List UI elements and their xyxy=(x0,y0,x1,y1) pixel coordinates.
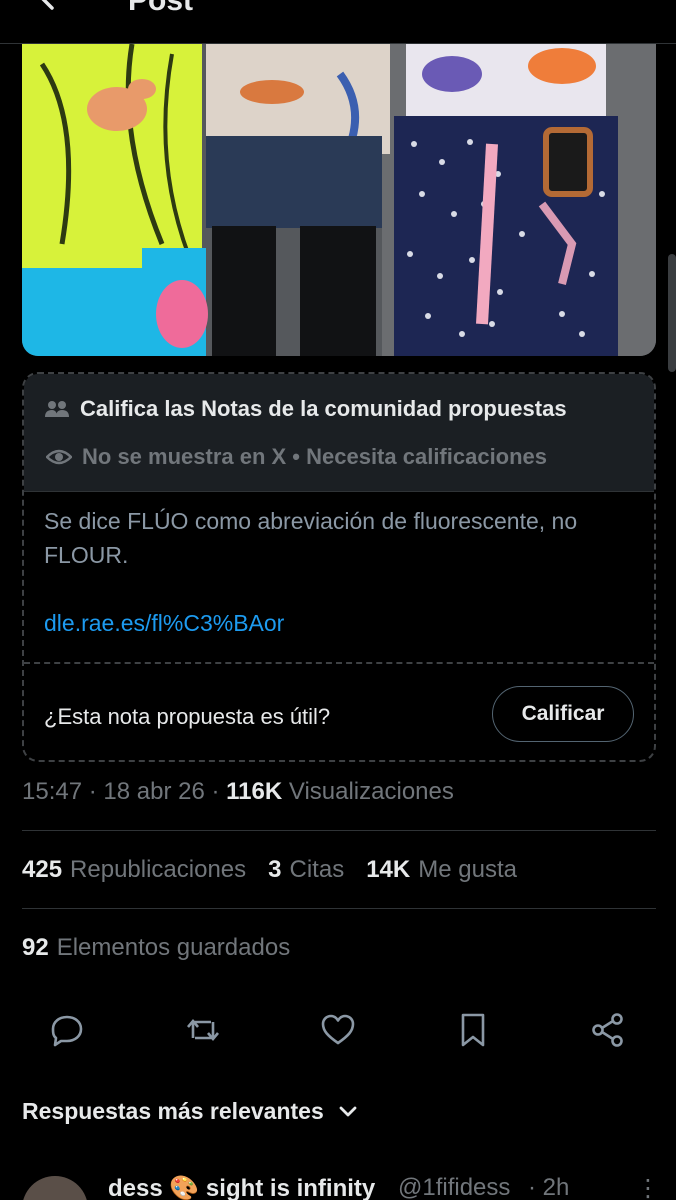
note-helpful-question: ¿Esta nota propuesta es útil? xyxy=(44,704,331,729)
divider xyxy=(24,662,654,664)
divider xyxy=(22,830,656,831)
community-note-header: Califica las Notas de la comunidad propu… xyxy=(24,374,654,492)
replies-sort-dropdown[interactable]: Respuestas más relevantes xyxy=(22,1098,358,1125)
saved-count: 92 xyxy=(22,934,49,961)
bookmark-icon xyxy=(461,1013,485,1047)
views-count: 116K xyxy=(226,778,283,805)
meta-separator: · xyxy=(82,778,104,805)
reply-author-handle[interactable]: @1fifidess xyxy=(398,1174,510,1200)
reposts-stat[interactable]: 425 Republicaciones xyxy=(22,856,246,884)
bookmark-button[interactable] xyxy=(455,1012,491,1048)
views-label: Visualizaciones xyxy=(282,778,454,805)
chevron-down-icon xyxy=(339,1106,357,1116)
reply-item[interactable]: dess 🎨 sight is infinity @1fifidess · 2h… xyxy=(0,1168,676,1200)
post-time: 15:47 xyxy=(22,778,83,805)
reply-author-name[interactable]: dess 🎨 sight is infinity xyxy=(108,1174,375,1200)
action-bar xyxy=(0,1006,676,1054)
reply-icon xyxy=(51,1015,83,1047)
top-bar: Post xyxy=(0,0,676,44)
more-options-icon[interactable]: ⋮ xyxy=(636,1174,660,1200)
post-stats: 425 Republicaciones 3 Citas 14K Me gusta xyxy=(22,856,517,884)
meta-separator: · xyxy=(204,778,227,805)
quotes-stat[interactable]: 3 Citas xyxy=(268,856,344,884)
community-note-card: Califica las Notas de la comunidad propu… xyxy=(22,372,656,762)
scrollbar[interactable] xyxy=(668,254,676,372)
avatar[interactable] xyxy=(22,1176,88,1200)
quotes-label: Citas xyxy=(289,856,345,883)
reposts-label: Republicaciones xyxy=(70,856,247,883)
likes-count: 14K xyxy=(366,856,411,883)
share-icon xyxy=(592,1013,623,1047)
quotes-count: 3 xyxy=(268,856,282,883)
reply-button[interactable] xyxy=(49,1012,85,1048)
reply-time: · 2h xyxy=(528,1174,570,1200)
reposts-count: 425 xyxy=(22,856,63,883)
community-note-link[interactable]: dle.rae.es/fl%C3%BAor xyxy=(44,610,284,637)
community-note-title: Califica las Notas de la comunidad propu… xyxy=(80,396,567,421)
likes-label: Me gusta xyxy=(418,856,517,883)
saved-stat[interactable]: 92 Elementos guardados xyxy=(22,934,290,962)
page-title: Post xyxy=(128,0,194,17)
arrow-left-icon xyxy=(41,0,54,10)
like-icon xyxy=(321,1014,355,1045)
repost-button[interactable] xyxy=(185,1012,221,1048)
community-note-text: Se dice FLÚO como abreviación de fluores… xyxy=(44,508,578,568)
people-icon xyxy=(45,401,69,417)
share-button[interactable] xyxy=(590,1012,626,1048)
repost-icon xyxy=(187,1018,219,1042)
divider xyxy=(22,908,656,909)
back-button[interactable] xyxy=(30,0,70,20)
post-date: 18 abr 26 xyxy=(103,778,205,805)
likes-stat[interactable]: 14K Me gusta xyxy=(366,856,517,884)
rate-note-button[interactable]: Calificar xyxy=(492,686,634,742)
community-note-status: No se muestra en X • Necesita calificaci… xyxy=(82,444,548,469)
saved-label: Elementos guardados xyxy=(56,934,291,961)
post-meta: 15:47 · 18 abr 26 · 116K Visualizaciones xyxy=(22,778,454,806)
eye-icon xyxy=(46,449,72,465)
post-media-image[interactable] xyxy=(22,44,656,356)
like-button[interactable] xyxy=(320,1012,356,1048)
replies-sort-label: Respuestas más relevantes xyxy=(22,1098,324,1124)
